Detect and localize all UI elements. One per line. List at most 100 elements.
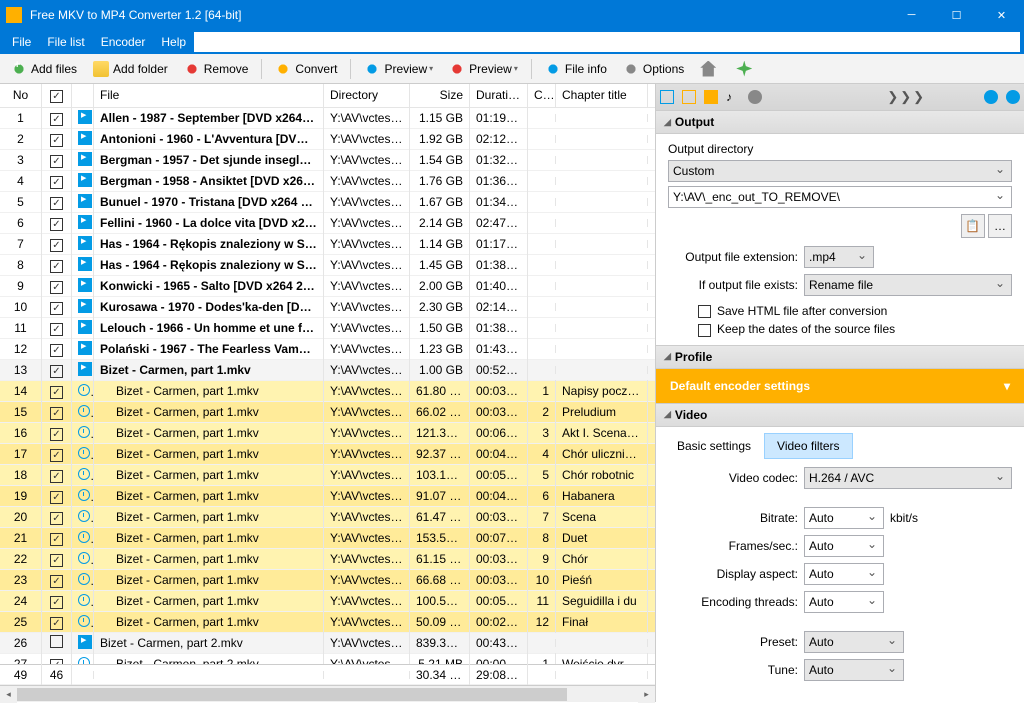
- col-size[interactable]: Size: [410, 84, 470, 107]
- table-row[interactable]: 21Bizet - Carmen, part 1.mkvY:\AV\vctest…: [0, 528, 655, 549]
- table-row[interactable]: 24Bizet - Carmen, part 1.mkvY:\AV\vctest…: [0, 591, 655, 612]
- row-checkbox[interactable]: [50, 491, 63, 504]
- menu-help[interactable]: Help: [153, 32, 194, 52]
- aspect-select[interactable]: Auto: [804, 563, 884, 585]
- col-duration[interactable]: Duration: [470, 84, 528, 107]
- fps-select[interactable]: Auto: [804, 535, 884, 557]
- col-chapter-title[interactable]: Chapter title: [556, 84, 648, 107]
- col-directory[interactable]: Directory: [324, 84, 410, 107]
- row-checkbox[interactable]: [50, 260, 63, 273]
- col-check[interactable]: [42, 84, 72, 107]
- table-row[interactable]: 15Bizet - Carmen, part 1.mkvY:\AV\vctest…: [0, 402, 655, 423]
- table-row[interactable]: 11Lelouch - 1966 - Un homme et une femme…: [0, 318, 655, 339]
- tune-select[interactable]: Auto: [804, 659, 904, 681]
- table-row[interactable]: 19Bizet - Carmen, part 1.mkvY:\AV\vctest…: [0, 486, 655, 507]
- table-row[interactable]: 18Bizet - Carmen, part 1.mkvY:\AV\vctest…: [0, 465, 655, 486]
- row-checkbox[interactable]: [50, 386, 63, 399]
- output-extension-select[interactable]: .mp4: [804, 246, 874, 268]
- preview-button-1[interactable]: Preview▾: [357, 57, 440, 81]
- chevrons-right-icon[interactable]: ❯❯❯: [887, 89, 926, 105]
- row-checkbox[interactable]: [50, 428, 63, 441]
- row-checkbox[interactable]: [50, 635, 63, 648]
- remove-button[interactable]: Remove: [177, 57, 256, 81]
- file-info-button[interactable]: File info: [538, 57, 614, 81]
- output-section-header[interactable]: Output: [656, 110, 1024, 134]
- row-checkbox[interactable]: [50, 344, 63, 357]
- table-row[interactable]: 2Antonioni - 1960 - L'Avventura [DVD x26…: [0, 129, 655, 150]
- row-checkbox[interactable]: [50, 218, 63, 231]
- table-row[interactable]: 3Bergman - 1957 - Det sjunde inseglet [D…: [0, 150, 655, 171]
- preset-select[interactable]: Auto: [804, 631, 904, 653]
- row-checkbox[interactable]: [50, 365, 63, 378]
- table-row[interactable]: 20Bizet - Carmen, part 1.mkvY:\AV\vctest…: [0, 507, 655, 528]
- select-all-checkbox[interactable]: [50, 90, 63, 103]
- table-row[interactable]: 12Polański - 1967 - The Fearless Vampire…: [0, 339, 655, 360]
- row-checkbox[interactable]: [50, 533, 63, 546]
- col-icon[interactable]: [72, 84, 94, 107]
- col-chapter[interactable]: Ch...: [528, 84, 556, 107]
- table-row[interactable]: 1Allen - 1987 - September [DVD x264 1892…: [0, 108, 655, 129]
- gear-icon[interactable]: [748, 90, 762, 104]
- output-path-input[interactable]: Y:\AV\_enc_out_TO_REMOVE\: [668, 186, 1012, 208]
- row-checkbox[interactable]: [50, 596, 63, 609]
- row-checkbox[interactable]: [50, 575, 63, 588]
- options-button[interactable]: Options: [616, 57, 691, 81]
- row-checkbox[interactable]: [50, 197, 63, 210]
- bitrate-select[interactable]: Auto: [804, 507, 884, 529]
- minimize-button[interactable]: ─: [889, 0, 934, 30]
- table-row[interactable]: 5Bunuel - 1970 - Tristana [DVD x264 2081…: [0, 192, 655, 213]
- menu-links[interactable]: Links: [194, 32, 1020, 52]
- convert-button[interactable]: Convert: [268, 57, 344, 81]
- panel-icon[interactable]: [660, 90, 674, 104]
- keep-dates-checkbox[interactable]: [698, 324, 711, 337]
- row-checkbox[interactable]: [50, 134, 63, 147]
- row-checkbox[interactable]: [50, 554, 63, 567]
- table-row[interactable]: 27Bizet - Carmen, part 2.mkvY:\AV\vctest…: [0, 654, 655, 664]
- table-row[interactable]: 22Bizet - Carmen, part 1.mkvY:\AV\vctest…: [0, 549, 655, 570]
- table-row[interactable]: 10Kurosawa - 1970 - Dodes'ka-den [DVD x2…: [0, 297, 655, 318]
- table-row[interactable]: 13Bizet - Carmen, part 1.mkvY:\AV\vctest…: [0, 360, 655, 381]
- preview-button-2[interactable]: Preview▾: [442, 57, 525, 81]
- scroll-thumb[interactable]: [17, 688, 567, 701]
- table-row[interactable]: 8Has - 1964 - Rękopis znaleziony w Sarag…: [0, 255, 655, 276]
- table-row[interactable]: 16Bizet - Carmen, part 1.mkvY:\AV\vctest…: [0, 423, 655, 444]
- col-file[interactable]: File: [94, 84, 324, 107]
- row-checkbox[interactable]: [50, 470, 63, 483]
- table-row[interactable]: 7Has - 1964 - Rękopis znaleziony w Sarag…: [0, 234, 655, 255]
- row-checkbox[interactable]: [50, 512, 63, 525]
- profile-select[interactable]: Default encoder settings▾: [656, 369, 1024, 403]
- threads-select[interactable]: Auto: [804, 591, 884, 613]
- scroll-right-icon[interactable]: ▸: [638, 686, 655, 703]
- table-row[interactable]: 17Bizet - Carmen, part 1.mkvY:\AV\vctest…: [0, 444, 655, 465]
- row-checkbox[interactable]: [50, 281, 63, 294]
- row-checkbox[interactable]: [50, 302, 63, 315]
- row-checkbox[interactable]: [50, 155, 63, 168]
- row-checkbox[interactable]: [50, 323, 63, 336]
- row-checkbox[interactable]: [50, 617, 63, 630]
- table-row[interactable]: 26Bizet - Carmen, part 2.mkvY:\AV\vctest…: [0, 633, 655, 654]
- pin-button[interactable]: [729, 57, 763, 81]
- table-row[interactable]: 23Bizet - Carmen, part 1.mkvY:\AV\vctest…: [0, 570, 655, 591]
- browse-path-button[interactable]: …: [988, 214, 1012, 238]
- home-button[interactable]: [693, 57, 727, 81]
- save-html-checkbox[interactable]: [698, 305, 711, 318]
- add-folder-button[interactable]: Add folder: [86, 57, 175, 81]
- video-codec-select[interactable]: H.264 / AVC: [804, 467, 1012, 489]
- edit-path-button[interactable]: 📋: [961, 214, 985, 238]
- table-row[interactable]: 14Bizet - Carmen, part 1.mkvY:\AV\vctest…: [0, 381, 655, 402]
- menu-file[interactable]: File: [4, 32, 39, 52]
- panel-icon[interactable]: [682, 90, 696, 104]
- tab-video-filters[interactable]: Video filters: [764, 433, 852, 459]
- add-files-button[interactable]: Add files: [4, 57, 84, 81]
- video-section-header[interactable]: Video: [656, 403, 1024, 427]
- row-checkbox[interactable]: [50, 239, 63, 252]
- info-icon[interactable]: [984, 90, 998, 104]
- row-checkbox[interactable]: [50, 176, 63, 189]
- output-directory-select[interactable]: Custom: [668, 160, 1012, 182]
- row-checkbox[interactable]: [50, 407, 63, 420]
- panel-icon[interactable]: [704, 90, 718, 104]
- close-button[interactable]: ✕: [979, 0, 1024, 30]
- table-row[interactable]: 25Bizet - Carmen, part 1.mkvY:\AV\vctest…: [0, 612, 655, 633]
- menu-file-list[interactable]: File list: [39, 32, 92, 52]
- table-row[interactable]: 9Konwicki - 1965 - Salto [DVD x264 2396 …: [0, 276, 655, 297]
